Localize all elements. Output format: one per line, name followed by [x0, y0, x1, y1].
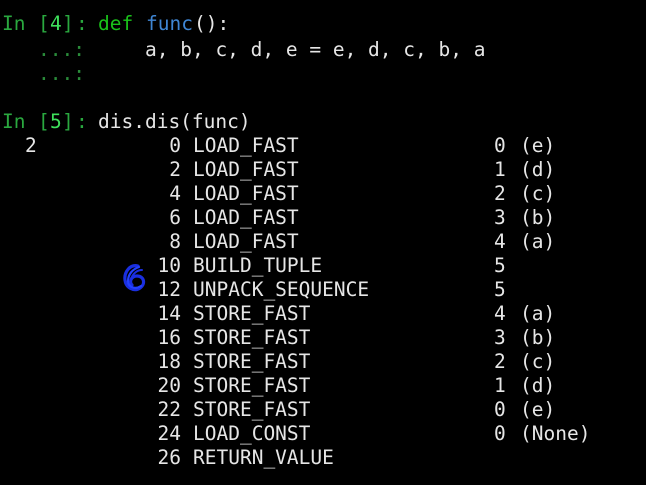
bytecode-arg-repr: (e)	[520, 398, 556, 421]
continuation-line-2: ...:	[0, 62, 85, 86]
input-line-4: In [ 4 ] : def func ():	[0, 12, 229, 36]
def-keyword: def	[98, 12, 145, 35]
bytecode-arg: 2	[494, 182, 506, 205]
bytecode-opname: LOAD_FAST	[193, 134, 299, 157]
bytecode-arg: 0	[494, 398, 506, 421]
input-prompt-close: ]	[62, 110, 74, 133]
handwritten-annotation-mark	[123, 264, 146, 292]
input-prompt-number: 5	[50, 110, 62, 133]
bytecode-opname: LOAD_FAST	[193, 158, 299, 181]
bytecode-offset: 0	[169, 134, 181, 157]
bytecode-offset: 24	[157, 422, 181, 445]
input-prompt-open: [	[38, 110, 50, 133]
bytecode-row: 2 LOAD_FAST 1 (d)	[0, 158, 646, 182]
bytecode-row: 8 LOAD_FAST 4 (a)	[0, 230, 646, 254]
input-prompt-prefix: In	[2, 110, 38, 133]
bytecode-arg-repr: (d)	[520, 374, 556, 397]
bytecode-row: 10 BUILD_TUPLE 5	[0, 254, 646, 278]
bytecode-offset: 2	[169, 158, 181, 181]
bytecode-arg-repr: (None)	[520, 422, 591, 445]
bytecode-arg: 5	[494, 254, 506, 277]
input-prompt-number: 4	[50, 12, 62, 35]
bytecode-opname: LOAD_FAST	[193, 182, 299, 205]
code-assignment: a, b, c, d, e = e, d, c, b, a	[145, 38, 486, 61]
bytecode-arg-repr: (c)	[520, 350, 556, 373]
bytecode-arg-repr: (a)	[520, 302, 556, 325]
bytecode-opname: STORE_FAST	[193, 302, 311, 325]
bytecode-arg-repr: (c)	[520, 182, 556, 205]
bytecode-arg: 5	[494, 278, 506, 301]
bytecode-arg-repr: (b)	[520, 206, 556, 229]
function-name: func	[146, 12, 193, 35]
bytecode-offset: 6	[169, 206, 181, 229]
bytecode-arg: 1	[494, 158, 506, 181]
bytecode-offset: 4	[169, 182, 181, 205]
bytecode-offset: 16	[157, 326, 181, 349]
bytecode-row: 20 STORE_FAST 1 (d)	[0, 374, 646, 398]
bytecode-offset: 14	[157, 302, 181, 325]
bytecode-arg: 3	[494, 326, 506, 349]
continuation-prompt: ...:	[38, 38, 85, 61]
bytecode-row: 4 LOAD_FAST 2 (c)	[0, 182, 646, 206]
bytecode-offset: 18	[157, 350, 181, 373]
bytecode-row: 18 STORE_FAST 2 (c)	[0, 350, 646, 374]
bytecode-opname: STORE_FAST	[193, 398, 311, 421]
dis-command: dis.dis(func)	[98, 110, 251, 133]
input-prompt-close: ]	[62, 12, 74, 35]
bytecode-arg: 4	[494, 302, 506, 325]
bytecode-opname: BUILD_TUPLE	[193, 254, 323, 277]
bytecode-arg: 2	[494, 350, 506, 373]
bytecode-arg: 3	[494, 206, 506, 229]
bytecode-opname: LOAD_CONST	[193, 422, 311, 445]
input-prompt-open: [	[38, 12, 50, 35]
bytecode-arg: 0	[494, 134, 506, 157]
bytecode-offset: 22	[157, 398, 181, 421]
bytecode-arg-repr: (a)	[520, 230, 556, 253]
bytecode-offset: 8	[169, 230, 181, 253]
continuation-line-1: ...: a, b, c, d, e = e, d, c, b, a	[0, 38, 485, 62]
input-prompt-prefix: In	[2, 12, 38, 35]
bytecode-offset: 10	[157, 254, 181, 277]
bytecode-opname: STORE_FAST	[193, 326, 311, 349]
bytecode-opname: RETURN_VALUE	[193, 446, 334, 469]
function-signature-rest: ():	[194, 12, 230, 35]
bytecode-offset: 20	[157, 374, 181, 397]
bytecode-arg-repr: (d)	[520, 158, 556, 181]
bytecode-opname: UNPACK_SEQUENCE	[193, 278, 370, 301]
bytecode-offset: 12	[157, 278, 181, 301]
continuation-prompt: ...:	[38, 62, 85, 85]
bytecode-opname: LOAD_FAST	[193, 230, 299, 253]
bytecode-row: 6 LOAD_FAST 3 (b)	[0, 206, 646, 230]
bytecode-arg-repr: (b)	[520, 326, 556, 349]
bytecode-row: 16 STORE_FAST 3 (b)	[0, 326, 646, 350]
input-prompt-colon: :	[76, 110, 88, 133]
bytecode-opname: LOAD_FAST	[193, 206, 299, 229]
bytecode-opname: STORE_FAST	[193, 350, 311, 373]
input-prompt-colon: :	[76, 12, 88, 35]
input-line-5: In [ 5 ] : dis.dis(func)	[0, 110, 251, 134]
bytecode-arg: 1	[494, 374, 506, 397]
bytecode-arg-repr: (e)	[520, 134, 556, 157]
bytecode-arg: 4	[494, 230, 506, 253]
bytecode-row: 26 RETURN_VALUE	[0, 446, 646, 470]
bytecode-arg: 0	[494, 422, 506, 445]
bytecode-offset: 26	[157, 446, 181, 469]
bytecode-row: 14 STORE_FAST 4 (a)	[0, 302, 646, 326]
bytecode-row: 24 LOAD_CONST 0 (None)	[0, 422, 646, 446]
terminal-window[interactable]: In [ 4 ] : def func (): ...: a, b, c, d,…	[0, 0, 646, 485]
bytecode-row: 12 UNPACK_SEQUENCE 5	[0, 278, 646, 302]
bytecode-row: 0 LOAD_FAST 0 (e)	[0, 134, 646, 158]
bytecode-row: 22 STORE_FAST 0 (e)	[0, 398, 646, 422]
bytecode-opname: STORE_FAST	[193, 374, 311, 397]
